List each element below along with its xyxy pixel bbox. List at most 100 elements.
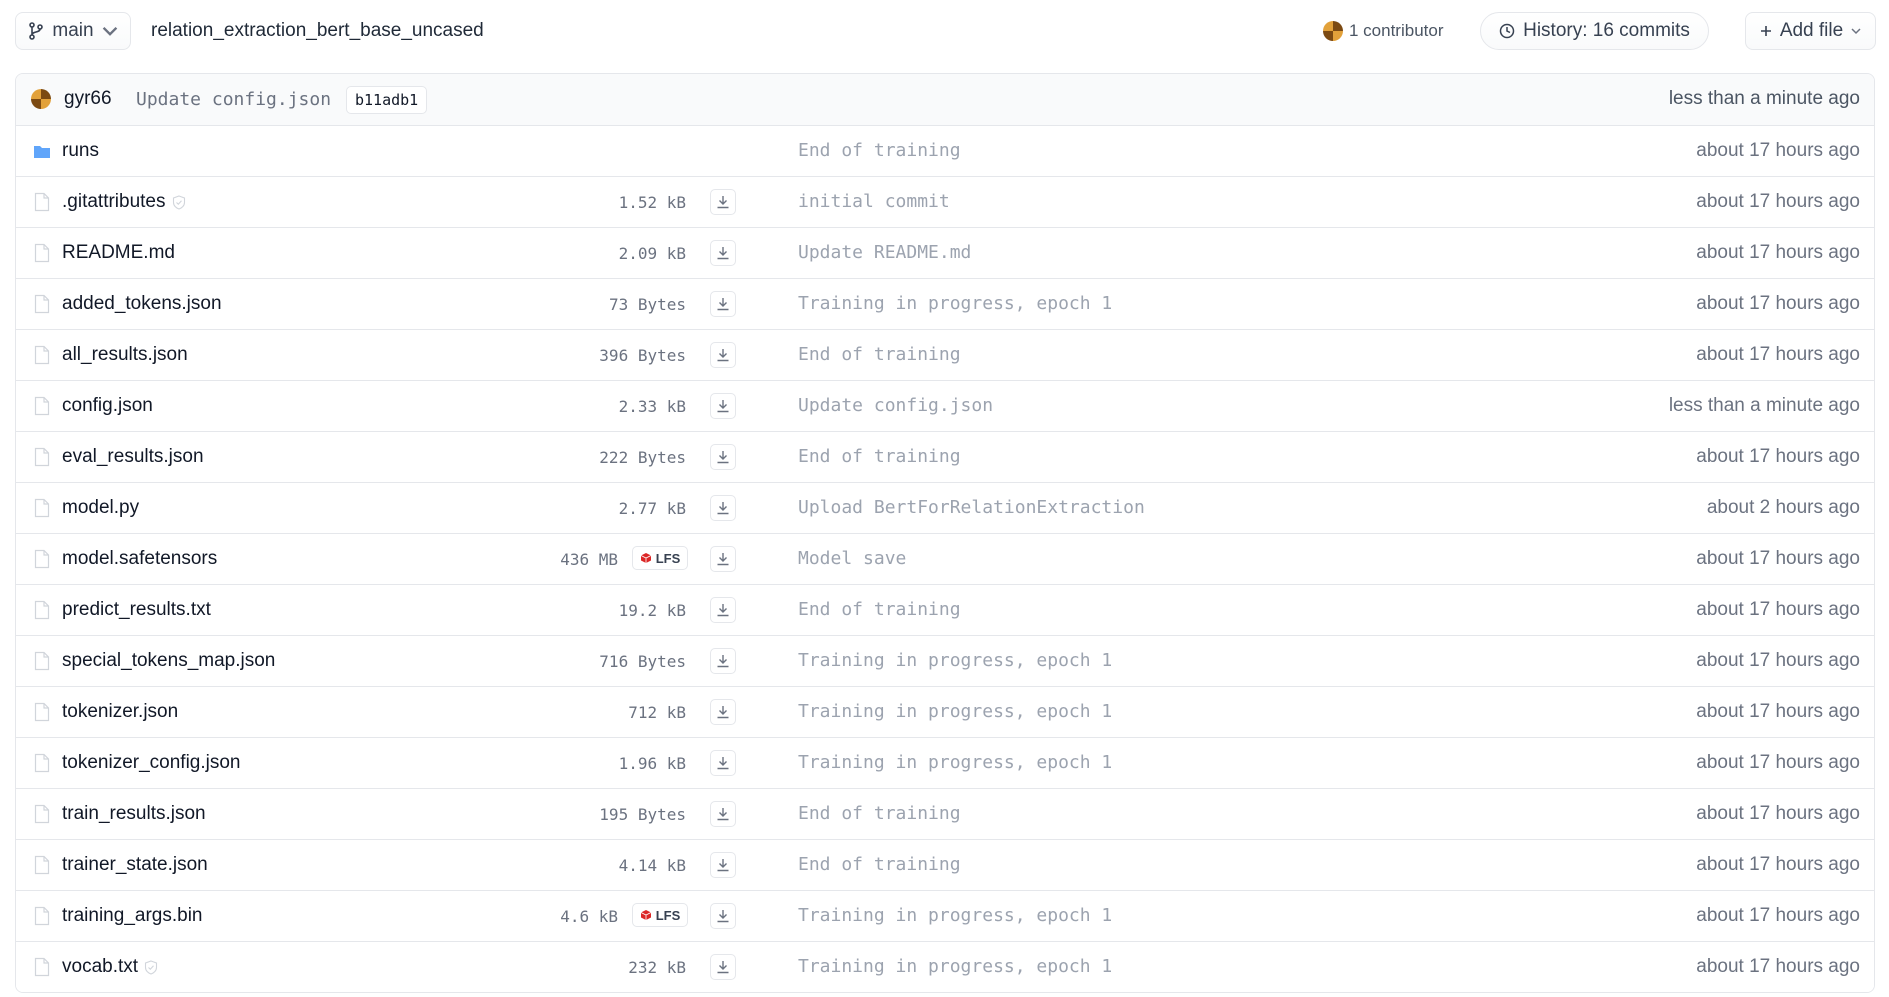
commit-message[interactable]: Update config.json — [136, 89, 331, 110]
avatar — [31, 89, 51, 109]
file-row[interactable]: tokenizer.json 712 kB Training in progress… — [16, 687, 1874, 738]
download-button[interactable] — [710, 750, 736, 776]
file-row[interactable]: config.json 2.33 kB Update config.json less… — [16, 381, 1874, 432]
file-row[interactable]: special_tokens_map.json 716 Bytes Training… — [16, 636, 1874, 687]
file-row[interactable]: training_args.bin 4.6 kB LFS Training in pr… — [16, 891, 1874, 942]
download-icon — [716, 195, 730, 209]
file-commit-message[interactable]: End of training — [798, 446, 961, 467]
history-button[interactable]: History: 16 commits — [1480, 12, 1709, 50]
file-icon — [34, 192, 50, 212]
file-commit-message[interactable]: End of training — [798, 803, 961, 824]
lfs-badge[interactable]: LFS — [632, 546, 688, 570]
file-name-link[interactable]: special_tokens_map.json — [62, 650, 275, 672]
file-name-link[interactable]: vocab.txt — [62, 956, 158, 978]
file-commit-message[interactable]: initial commit — [798, 191, 950, 212]
file-name-link[interactable]: runs — [62, 140, 99, 162]
download-button[interactable] — [710, 189, 736, 215]
file-commit-message[interactable]: End of training — [798, 854, 961, 875]
file-name-link[interactable]: model.safetensors — [62, 548, 217, 570]
file-name: added_tokens.json — [62, 293, 222, 314]
file-name-link[interactable]: eval_results.json — [62, 446, 204, 468]
file-icon — [34, 294, 50, 314]
download-button[interactable] — [710, 444, 736, 470]
file-name: training_args.bin — [62, 905, 203, 926]
file-size: 195 Bytes — [599, 805, 686, 824]
file-commit-message[interactable]: Training in progress, epoch 1 — [798, 956, 1112, 977]
file-commit-time: about 17 hours ago — [1696, 344, 1860, 365]
commit-hash[interactable]: b11adb1 — [346, 86, 428, 114]
file-row[interactable]: .gitattributes 1.52 kB initial commit about… — [16, 177, 1874, 228]
file-commit-time: about 17 hours ago — [1696, 803, 1860, 824]
file-icon — [34, 804, 50, 824]
download-icon — [716, 603, 730, 617]
file-name-link[interactable]: predict_results.txt — [62, 599, 211, 621]
download-button[interactable] — [710, 648, 736, 674]
download-button[interactable] — [710, 495, 736, 521]
download-button[interactable] — [710, 597, 736, 623]
file-name-link[interactable]: train_results.json — [62, 803, 206, 825]
download-button[interactable] — [710, 342, 736, 368]
file-commit-message[interactable]: Training in progress, epoch 1 — [798, 905, 1112, 926]
file-name-link[interactable]: tokenizer.json — [62, 701, 178, 723]
file-commit-message[interactable]: Upload BertForRelationExtraction — [798, 497, 1145, 518]
file-commit-message[interactable]: End of training — [798, 599, 961, 620]
file-commit-message[interactable]: Model save — [798, 548, 906, 569]
lfs-badge[interactable]: LFS — [632, 903, 688, 927]
file-commit-message[interactable]: End of training — [798, 140, 961, 161]
file-row[interactable]: added_tokens.json 73 Bytes Training in pro… — [16, 279, 1874, 330]
file-row[interactable]: vocab.txt 232 kB Training in progress, epo… — [16, 942, 1874, 992]
download-icon — [716, 246, 730, 260]
file-name: model.py — [62, 497, 140, 518]
file-commit-message[interactable]: Training in progress, epoch 1 — [798, 701, 1112, 722]
file-row[interactable]: eval_results.json 222 Bytes End of trainin… — [16, 432, 1874, 483]
file-commit-message[interactable]: Update README.md — [798, 242, 971, 263]
file-browser: main relation_extraction_bert_base_uncas… — [0, 0, 1889, 997]
file-row[interactable]: model.safetensors 436 MB LFS Model save abou… — [16, 534, 1874, 585]
download-button[interactable] — [710, 903, 736, 929]
file-row[interactable]: train_results.json 195 Bytes End of traini… — [16, 789, 1874, 840]
branch-selector-button[interactable]: main — [15, 12, 131, 50]
file-row[interactable]: README.md 2.09 kB Update README.md about 17… — [16, 228, 1874, 279]
file-name-link[interactable]: tokenizer_config.json — [62, 752, 241, 774]
download-button[interactable] — [710, 852, 736, 878]
commit-time: less than a minute ago — [1668, 88, 1860, 109]
file-name-link[interactable]: model.py — [62, 497, 139, 519]
file-size: 19.2 kB — [618, 601, 686, 620]
file-name-link[interactable]: all_results.json — [62, 344, 188, 366]
file-commit-message[interactable]: End of training — [798, 344, 961, 365]
download-button[interactable] — [710, 393, 736, 419]
lfs-label: LFS — [655, 907, 681, 923]
file-name-link[interactable]: README.md — [62, 242, 175, 264]
download-button[interactable] — [710, 699, 736, 725]
file-row[interactable]: model.py 2.77 kB Upload BertForRelationExt… — [16, 483, 1874, 534]
file-commit-message[interactable]: Training in progress, epoch 1 — [798, 650, 1112, 671]
file-row[interactable]: all_results.json 396 Bytes End of training… — [16, 330, 1874, 381]
file-row[interactable]: tokenizer_config.json 1.96 kB Training in … — [16, 738, 1874, 789]
file-row[interactable]: trainer_state.json 4.14 kB End of training… — [16, 840, 1874, 891]
file-size: 1.96 kB — [618, 754, 686, 773]
file-name-link[interactable]: config.json — [62, 395, 153, 417]
add-file-button[interactable]: Add file — [1745, 12, 1876, 50]
file-commit-message[interactable]: Update config.json — [798, 395, 993, 416]
contributors-link[interactable]: 1 contributor — [1323, 21, 1444, 41]
file-name-link[interactable]: added_tokens.json — [62, 293, 222, 315]
file-commit-message[interactable]: Training in progress, epoch 1 — [798, 293, 1112, 314]
download-icon — [716, 807, 730, 821]
file-name-link[interactable]: trainer_state.json — [62, 854, 208, 876]
download-button[interactable] — [710, 546, 736, 572]
file-commit-message[interactable]: Training in progress, epoch 1 — [798, 752, 1112, 773]
file-name-link[interactable]: .gitattributes — [62, 191, 186, 213]
download-button[interactable] — [710, 801, 736, 827]
download-icon — [716, 756, 730, 770]
file-row[interactable]: predict_results.txt 19.2 kB End of trainin… — [16, 585, 1874, 636]
file-name-link[interactable]: training_args.bin — [62, 905, 202, 927]
file-icon — [34, 447, 50, 467]
folder-row[interactable]: runs End of training about 17 hours ago — [16, 126, 1874, 177]
commit-author[interactable]: gyr66 — [64, 88, 112, 110]
download-button[interactable] — [710, 291, 736, 317]
git-branch-icon — [29, 22, 44, 40]
file-size: 232 kB — [628, 958, 686, 977]
download-button[interactable] — [710, 954, 736, 980]
download-button[interactable] — [710, 240, 736, 266]
file-table: gyr66 Update config.json b11adb1 less th… — [15, 73, 1875, 993]
